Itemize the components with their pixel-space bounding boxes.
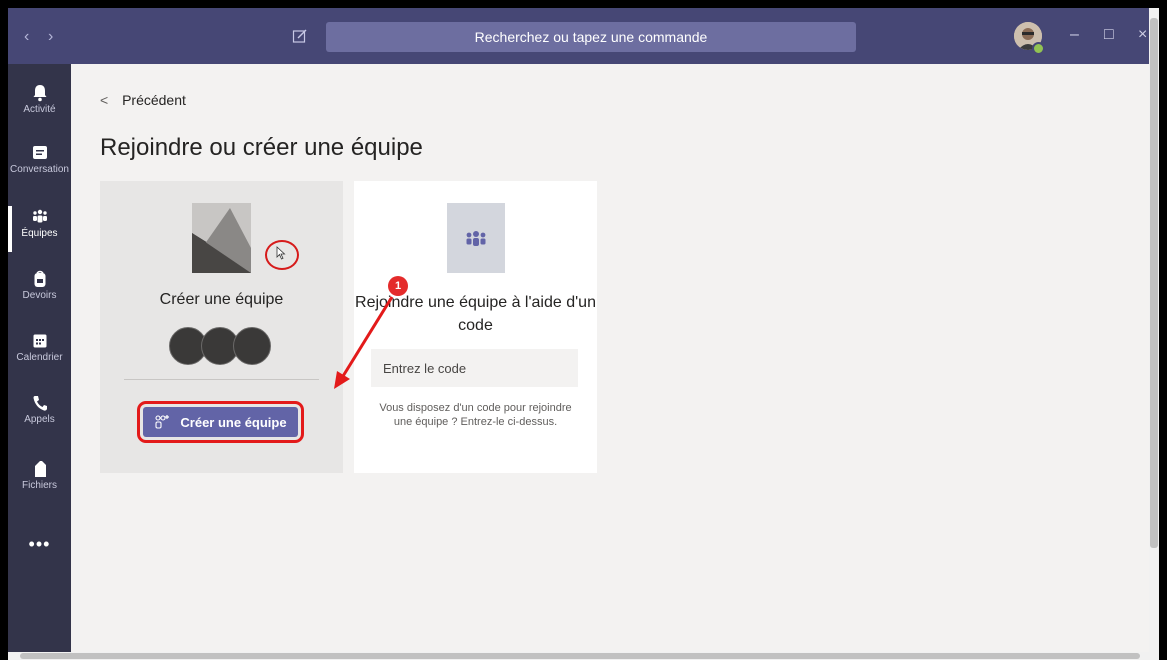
vertical-scrollbar[interactable] xyxy=(1149,8,1159,660)
more-apps-icon[interactable]: ••• xyxy=(8,534,71,555)
add-team-icon xyxy=(155,415,170,429)
divider xyxy=(124,379,319,380)
rail-item-label: Activité xyxy=(23,104,56,115)
scroll-thumb[interactable] xyxy=(1150,18,1158,548)
join-help-text: Vous disposez d'un code pour rejoindre u… xyxy=(379,402,572,428)
search-placeholder: Recherchez ou tapez une commande xyxy=(474,29,708,45)
maximize-icon[interactable]: □ xyxy=(1104,26,1114,44)
back-link[interactable]: < Précédent xyxy=(100,92,186,108)
phone-icon xyxy=(33,396,47,411)
back-label: Précédent xyxy=(122,92,186,108)
close-icon[interactable]: × xyxy=(1138,26,1147,44)
forward-arrow-icon[interactable]: › xyxy=(48,28,53,46)
chat-icon xyxy=(32,146,47,159)
teams-window: ‹ › Recherchez ou tapez une commande – □… xyxy=(8,8,1159,660)
rail-item-fichiers[interactable]: Fichiers xyxy=(8,450,71,510)
create-team-label: Créer une équipe xyxy=(159,291,284,308)
rail-item-devoirs[interactable]: Devoirs xyxy=(8,260,71,320)
minimize-icon[interactable]: – xyxy=(1070,26,1079,44)
rail-item-label: Équipes xyxy=(21,228,58,239)
image-placeholder-icon xyxy=(192,203,251,273)
rail-item-label: Calendrier xyxy=(16,352,63,363)
rail-item-label: Appels xyxy=(24,414,55,425)
rail-item-equipes[interactable]: Équipes xyxy=(8,198,71,258)
rail-item-label: Conversation xyxy=(10,164,69,175)
avatar xyxy=(233,327,271,365)
horizontal-scrollbar[interactable] xyxy=(8,652,1159,660)
teams-tile xyxy=(447,203,505,273)
create-team-card[interactable]: Créer une équipe Créer une équipe xyxy=(100,181,343,473)
mouse-cursor-icon xyxy=(276,246,286,260)
presence-status-icon xyxy=(1032,42,1045,55)
rail-item-calendrier[interactable]: Calendrier xyxy=(8,322,71,382)
scroll-thumb[interactable] xyxy=(20,653,1140,659)
teams-icon xyxy=(32,209,47,223)
app-rail: Activité Conversation Équipes Devoirs Ca… xyxy=(8,64,71,660)
rail-item-appels[interactable]: Appels xyxy=(8,384,71,444)
create-team-button-label: Créer une équipe xyxy=(180,414,287,430)
rail-item-conversation[interactable]: Conversation xyxy=(8,134,71,194)
title-bar: ‹ › Recherchez ou tapez une commande – □… xyxy=(8,8,1159,64)
create-team-button[interactable]: Créer une équipe xyxy=(137,401,304,443)
annotation-arrow-icon xyxy=(334,296,394,389)
chevron-left-icon: < xyxy=(100,92,109,108)
back-arrow-icon[interactable]: ‹ xyxy=(24,28,29,46)
compose-icon[interactable] xyxy=(292,28,308,44)
member-avatars xyxy=(169,327,271,365)
page-title: Rejoindre ou créer une équipe xyxy=(100,134,423,161)
bell-icon xyxy=(33,85,46,102)
step-badge: 1 xyxy=(388,276,408,296)
teams-icon xyxy=(466,231,486,246)
search-input[interactable]: Recherchez ou tapez une commande xyxy=(326,22,856,52)
rail-item-label: Devoirs xyxy=(22,290,57,301)
calendar-icon xyxy=(33,334,46,348)
rail-item-activite[interactable]: Activité xyxy=(8,74,71,134)
file-icon xyxy=(34,461,46,477)
rail-item-label: Fichiers xyxy=(21,480,57,491)
backpack-icon xyxy=(34,270,45,287)
